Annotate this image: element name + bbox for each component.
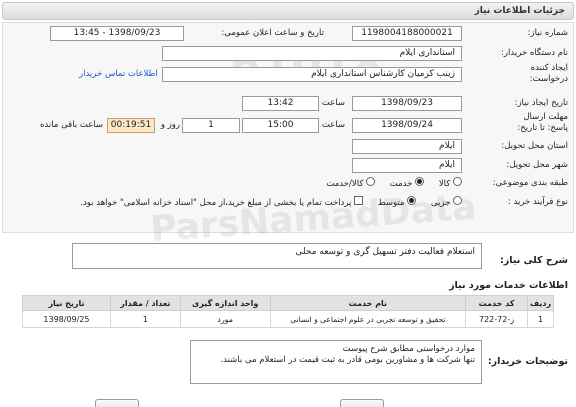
deadline-label: مهلت ارسال پاسخ: تا تاریخ: xyxy=(506,112,568,134)
buyer-notes-label: توضیحات خریدار: xyxy=(487,356,568,367)
category-radio-group: کالا خدمت کالا/خدمت xyxy=(326,177,462,189)
remaining-time-label: ساعت باقی مانده xyxy=(39,120,103,130)
category-option-service[interactable]: خدمت xyxy=(389,177,425,189)
print-button[interactable] xyxy=(95,399,139,407)
need-number-label: شماره نیاز: xyxy=(527,28,568,38)
deadline-date-field[interactable]: 1398/09/24 xyxy=(352,118,462,133)
category-option-goods-label: کالا xyxy=(438,179,451,189)
col-service-code: کد خدمت xyxy=(465,295,529,311)
cell-need-date: 1398/09/25 xyxy=(22,310,111,328)
category-option-goods[interactable]: کالا xyxy=(438,177,462,189)
days-field[interactable]: 1 xyxy=(182,118,240,133)
category-option-both[interactable]: کالا/خدمت xyxy=(326,177,376,189)
buyer-org-label: نام دستگاه خریدار: xyxy=(501,48,568,58)
buyer-contact-link[interactable]: اطلاعات تماس خریدار xyxy=(79,69,158,79)
creator-label: ایجاد کننده درخواست: xyxy=(506,63,568,85)
col-quantity: تعداد / مقدار xyxy=(109,295,181,311)
process-option-medium[interactable]: متوسط xyxy=(377,196,417,208)
back-button[interactable] xyxy=(340,399,384,407)
deadline-time-label: ساعت xyxy=(321,120,345,130)
radio-icon[interactable] xyxy=(366,177,376,186)
buyer-notes-box: موارد درخواستی مطابق شرح پیوست تنها شرکت… xyxy=(190,340,482,384)
created-time-field[interactable]: 13:42 xyxy=(242,96,319,111)
created-time-label: ساعت xyxy=(321,98,345,108)
page-header: جزئیات اطلاعات نیاز xyxy=(2,2,574,20)
treasury-payment-note: پرداخت تمام یا بخشی از مبلغ خرید،از محل … xyxy=(80,198,352,208)
creator-label-text: ایجاد کننده درخواست: xyxy=(529,63,568,84)
cell-unit: مورد xyxy=(179,310,271,328)
cell-row-number: 1 xyxy=(527,310,554,328)
process-option-minor[interactable]: جزیی xyxy=(430,196,462,208)
treasury-payment-checkbox[interactable]: پرداخت تمام یا بخشی از مبلغ خرید،از محل … xyxy=(80,196,364,208)
cell-quantity: 1 xyxy=(109,310,181,328)
table-row[interactable]: 1 ز-72-722 تحقیق و توسعه تجربی در علوم ا… xyxy=(22,310,554,328)
radio-selected-icon[interactable] xyxy=(415,177,425,186)
radio-icon[interactable] xyxy=(453,177,462,186)
table-header-row: ردیف کد خدمت نام خدمت واحد اندازه گیری ت… xyxy=(22,295,554,311)
need-number-field[interactable]: 1198004188000021 xyxy=(352,26,462,41)
city-field[interactable]: ایلام xyxy=(352,158,462,173)
cell-service-name: تحقیق و توسعه تجربی در علوم اجتماعی و ان… xyxy=(269,310,467,328)
col-need-date: تاریخ نیاز xyxy=(22,295,111,311)
deadline-time-field[interactable]: 15:00 xyxy=(242,118,319,133)
process-option-medium-label: متوسط xyxy=(377,198,405,208)
city-label: شهر محل تحویل: xyxy=(506,160,568,170)
summary-label: شرح کلی نیاز: xyxy=(499,255,568,266)
col-row-number: ردیف xyxy=(527,295,554,311)
deadline-label-text: مهلت ارسال پاسخ: تا تاریخ: xyxy=(517,112,568,133)
buyer-org-field[interactable]: استانداری ایلام xyxy=(162,46,462,61)
process-label: نوع فرآیند خرید : xyxy=(507,197,568,207)
process-option-minor-label: جزیی xyxy=(430,198,451,208)
announce-date-field[interactable]: 1398/09/23 - 13:45 xyxy=(50,26,184,41)
summary-field: استعلام فعالیت دفتر تسهیل گری و توسعه مح… xyxy=(72,243,482,269)
radio-icon[interactable] xyxy=(453,196,462,205)
checkbox-icon[interactable] xyxy=(354,196,364,205)
buyer-notes-line-2: تنها شرکت ها و مشاورین بومی قادر به ثبت … xyxy=(220,355,475,365)
buyer-notes-line-1: موارد درخواستی مطابق شرح پیوست xyxy=(342,344,475,354)
category-label: طبقه بندی موضوعی: xyxy=(492,178,568,188)
col-service-name: نام خدمت xyxy=(269,295,467,311)
category-option-both-label: کالا/خدمت xyxy=(326,179,364,189)
services-table: ردیف کد خدمت نام خدمت واحد اندازه گیری ت… xyxy=(22,295,554,328)
days-label: روز و xyxy=(160,120,180,130)
category-option-service-label: خدمت xyxy=(389,179,413,189)
page-title: جزئیات اطلاعات نیاز xyxy=(474,6,565,16)
cell-service-code: ز-72-722 xyxy=(465,310,529,328)
announce-date-label: تاریخ و ساعت اعلان عمومی: xyxy=(221,28,324,38)
radio-selected-icon[interactable] xyxy=(407,196,417,205)
col-unit: واحد اندازه گیری xyxy=(179,295,271,311)
remaining-time-field: 00:19:51 xyxy=(107,118,155,133)
process-radio-group: جزیی متوسط پرداخت تمام یا بخشی از مبلغ خ… xyxy=(80,196,462,208)
services-title: اطلاعات خدمات مورد نیاز xyxy=(449,280,568,291)
province-field[interactable]: ایلام xyxy=(352,139,462,154)
creator-field[interactable]: زینب کرمیان کارشناس استانداری ایلام xyxy=(162,67,462,82)
created-date-label: تاریخ ایجاد نیاز: xyxy=(514,98,568,108)
created-date-field[interactable]: 1398/09/23 xyxy=(352,96,462,111)
province-label: استان محل تحویل: xyxy=(501,141,568,151)
